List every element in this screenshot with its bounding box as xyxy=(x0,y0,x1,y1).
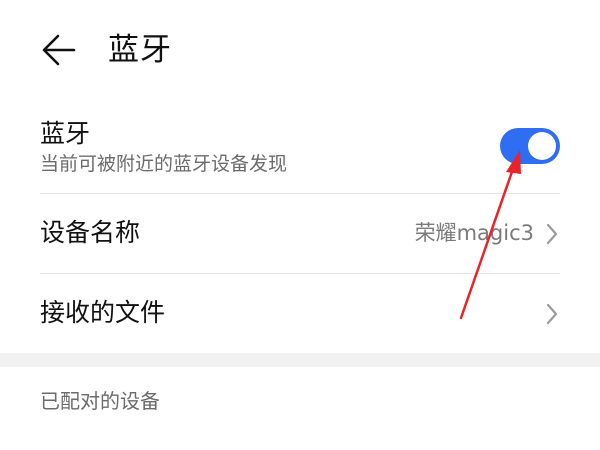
chevron-right-icon xyxy=(544,302,560,326)
device-name-row[interactable]: 设备名称 荣耀magic3 xyxy=(40,194,560,274)
back-button[interactable] xyxy=(38,28,82,72)
arrow-left-icon xyxy=(42,34,76,66)
toggle-knob xyxy=(528,132,556,160)
app-header: 蓝牙 xyxy=(0,0,600,100)
bluetooth-title: 蓝牙 xyxy=(40,119,91,148)
bluetooth-row: 蓝牙 当前可被附近的蓝牙设备发现 xyxy=(40,108,560,194)
device-name-value: 荣耀magic3 xyxy=(414,221,534,245)
bluetooth-subtitle: 当前可被附近的蓝牙设备发现 xyxy=(40,153,288,175)
received-files-label: 接收的文件 xyxy=(40,298,166,327)
section-divider xyxy=(0,353,600,367)
page-title: 蓝牙 xyxy=(108,32,172,68)
received-files-row[interactable]: 接收的文件 xyxy=(40,274,560,353)
chevron-right-icon xyxy=(544,222,560,246)
paired-devices-header: 已配对的设备 xyxy=(40,389,160,413)
device-name-label: 设备名称 xyxy=(40,218,141,247)
bluetooth-toggle[interactable] xyxy=(500,128,560,164)
